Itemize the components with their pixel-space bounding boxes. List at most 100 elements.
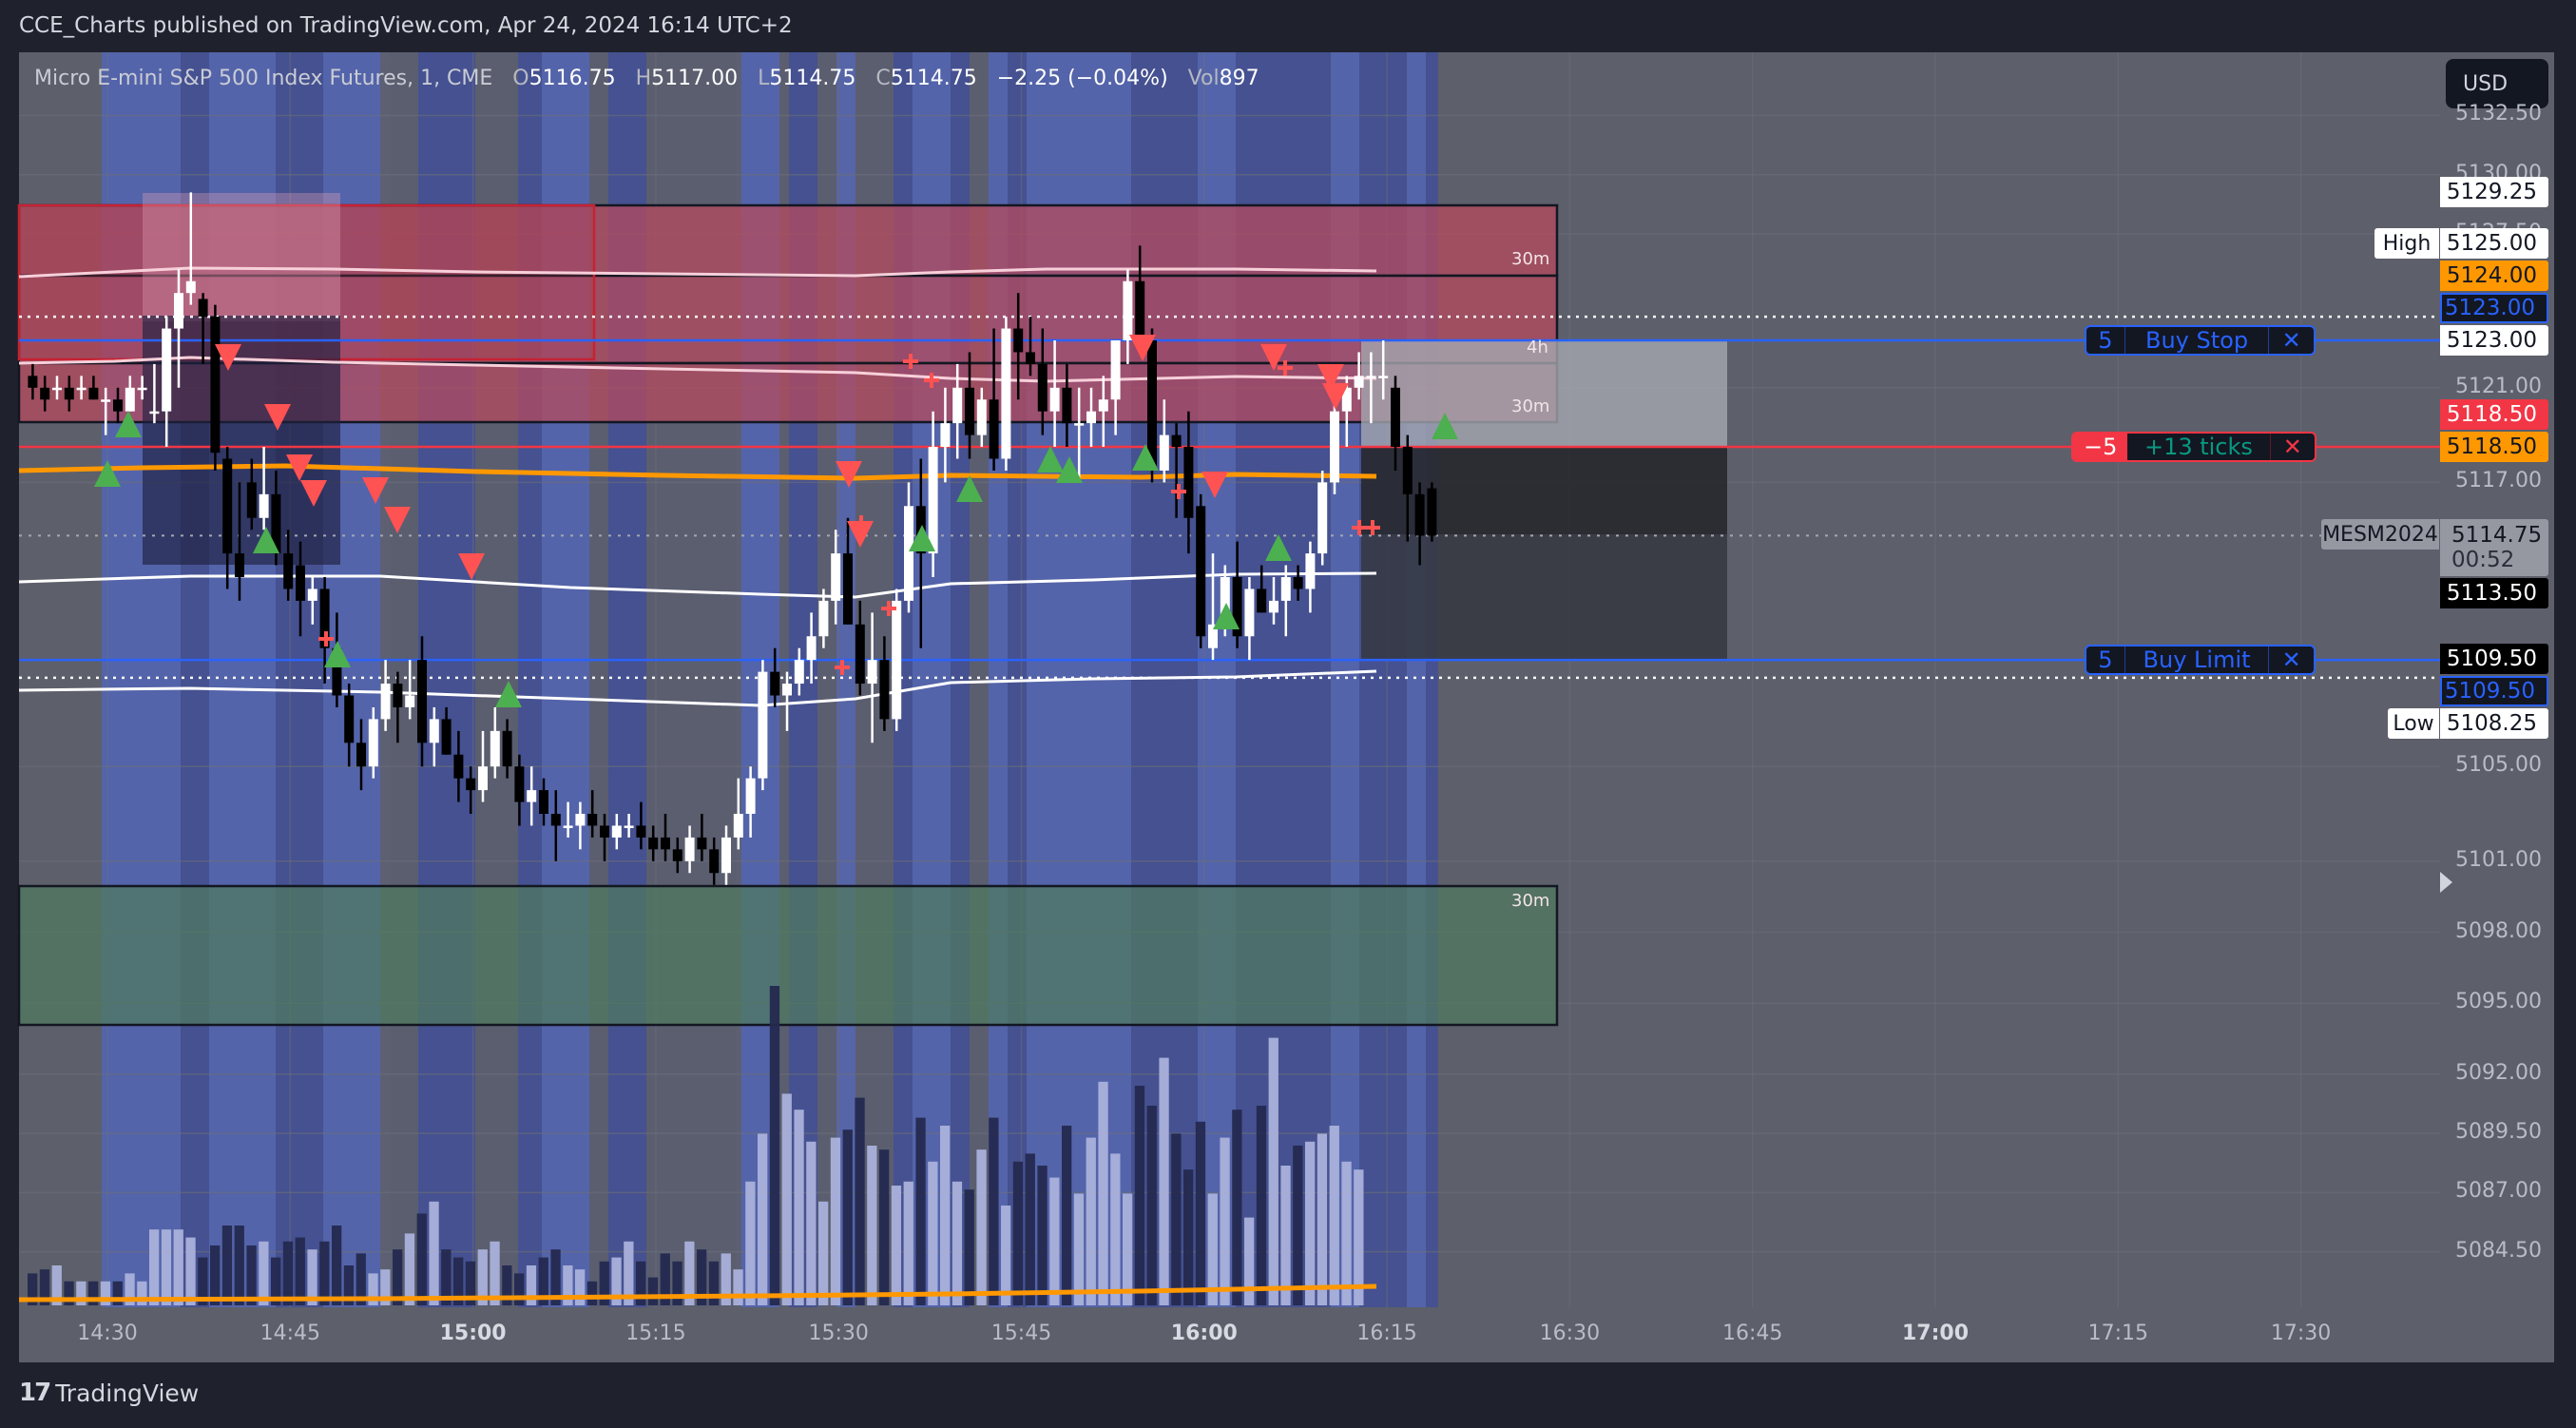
volume-bar [1220, 1137, 1230, 1305]
candle-bullish [904, 506, 913, 601]
volume-bar [1001, 1206, 1011, 1305]
volume-bar [1086, 1137, 1096, 1305]
candle-bullish [52, 387, 62, 391]
candle-bearish [672, 849, 682, 861]
volume-bar [332, 1225, 342, 1305]
volume-bar [1110, 1153, 1121, 1305]
candle-bullish [928, 447, 938, 554]
price-tag: 5113.50 [2440, 578, 2548, 608]
candle-bearish [1402, 447, 1413, 494]
candle-bearish [1171, 434, 1182, 448]
candle-bearish [514, 766, 525, 802]
candle-bullish [624, 825, 634, 828]
price-tag: 5108.25 [2440, 708, 2548, 739]
volume-bar [319, 1241, 330, 1305]
candle-bullish [782, 684, 792, 696]
close-icon[interactable]: ✕ [2269, 646, 2314, 674]
candle-bearish [989, 399, 999, 459]
volume-bar [1159, 1057, 1169, 1305]
liquidity-box [143, 316, 340, 565]
zone-label-30m: 30m [1511, 249, 1550, 269]
candle-bearish [770, 671, 780, 696]
candle-bullish [527, 790, 537, 802]
volume-bar [1012, 1161, 1024, 1305]
candle-bullish [818, 600, 829, 637]
volume-bar [915, 1117, 926, 1305]
price-axis-label: 5121.00 [2455, 374, 2542, 398]
volume-bar [173, 1229, 183, 1305]
candle-bearish [855, 624, 865, 685]
candle-bullish [1366, 376, 1376, 378]
candle-bullish [429, 719, 439, 743]
price-axis-label: 5084.50 [2455, 1238, 2542, 1263]
buy-stop-order[interactable]: 5 Buy Stop ✕ [2085, 325, 2316, 356]
volume-bar [1280, 1166, 1291, 1305]
close-icon[interactable]: ✕ [2269, 327, 2314, 354]
legend-symbol[interactable]: Micro E-mini S&P 500 Index Futures, 1, C… [34, 67, 492, 90]
price-axis-label: 5132.50 [2455, 102, 2542, 126]
volume-bar [769, 986, 780, 1305]
volume-bar [1171, 1133, 1182, 1305]
legend-close-label: C [875, 67, 891, 90]
candle-bearish [222, 458, 233, 554]
legend-low: 5114.75 [769, 67, 856, 90]
volume-bar [295, 1237, 305, 1305]
position-order[interactable]: −5 +13 ticks ✕ [2071, 432, 2316, 463]
volume-bar [149, 1229, 160, 1305]
candle-bearish [441, 719, 452, 755]
volume-bar [842, 1129, 853, 1305]
price-axis-label: 5095.00 [2455, 990, 2542, 1014]
candle-bearish [600, 825, 609, 838]
volume-bar [1195, 1121, 1206, 1305]
buy-limit-qty[interactable]: 5 [2086, 646, 2125, 674]
volume-bar [185, 1237, 196, 1305]
volume-bar [745, 1181, 756, 1305]
volume-bar [964, 1189, 974, 1305]
candle-bullish [137, 387, 147, 391]
volume-bar [867, 1146, 877, 1305]
price-tag: 5109.50 [2440, 676, 2548, 706]
volume-bar [1049, 1177, 1060, 1305]
volume-bar [221, 1225, 233, 1305]
scroll-to-realtime-icon[interactable] [2440, 872, 2452, 893]
volume-bar [879, 1149, 890, 1305]
candle-bullish [1123, 280, 1133, 340]
legend-change: −2.25 (−0.04%) [996, 67, 1168, 90]
candle-bearish [1013, 328, 1024, 353]
volume-bar [234, 1225, 244, 1305]
volume-bar [781, 1093, 792, 1305]
chart-canvas[interactable] [0, 0, 2576, 1428]
price-tag: 5129.25 [2440, 177, 2548, 207]
highlight-box [143, 193, 340, 321]
brand-name: TradingView [55, 1379, 200, 1407]
time-axis-label: 16:00 [1170, 1322, 1238, 1345]
candle-bullish [1001, 328, 1011, 459]
volume-bar [1329, 1126, 1339, 1305]
time-axis-label: 16:15 [1356, 1322, 1417, 1345]
candle-bullish [1086, 411, 1096, 424]
position-qty[interactable]: −5 [2073, 434, 2128, 461]
currency-button[interactable]: USD [2446, 59, 2548, 108]
time-axis-label: 16:30 [1539, 1322, 1601, 1345]
candle-bullish [259, 493, 269, 518]
legend-open-label: O [512, 67, 529, 90]
tradingview-brand[interactable]: 17 TradingView [19, 1379, 199, 1407]
volume-bar [733, 1269, 743, 1305]
buy-limit-label[interactable]: Buy Limit [2124, 646, 2270, 674]
candle-bearish [1062, 387, 1072, 424]
volume-bar [514, 1273, 525, 1305]
close-icon[interactable]: ✕ [2270, 434, 2315, 461]
volume-bar [647, 1277, 659, 1305]
tradingview-logo-icon: 17 [19, 1379, 51, 1407]
buy-limit-order[interactable]: 5 Buy Limit ✕ [2085, 645, 2316, 676]
candle-bearish [1196, 506, 1206, 637]
buy-stop-label[interactable]: Buy Stop [2124, 327, 2270, 354]
candle-bearish [697, 837, 707, 850]
candle-bullish [1378, 376, 1389, 378]
legend-high-label: H [635, 67, 652, 90]
buy-stop-qty[interactable]: 5 [2086, 327, 2125, 354]
candle-bearish [587, 814, 598, 826]
position-pnl[interactable]: +13 ticks [2127, 434, 2271, 461]
price-tag: 5125.00 [2440, 228, 2548, 259]
candle-bearish [502, 730, 512, 767]
